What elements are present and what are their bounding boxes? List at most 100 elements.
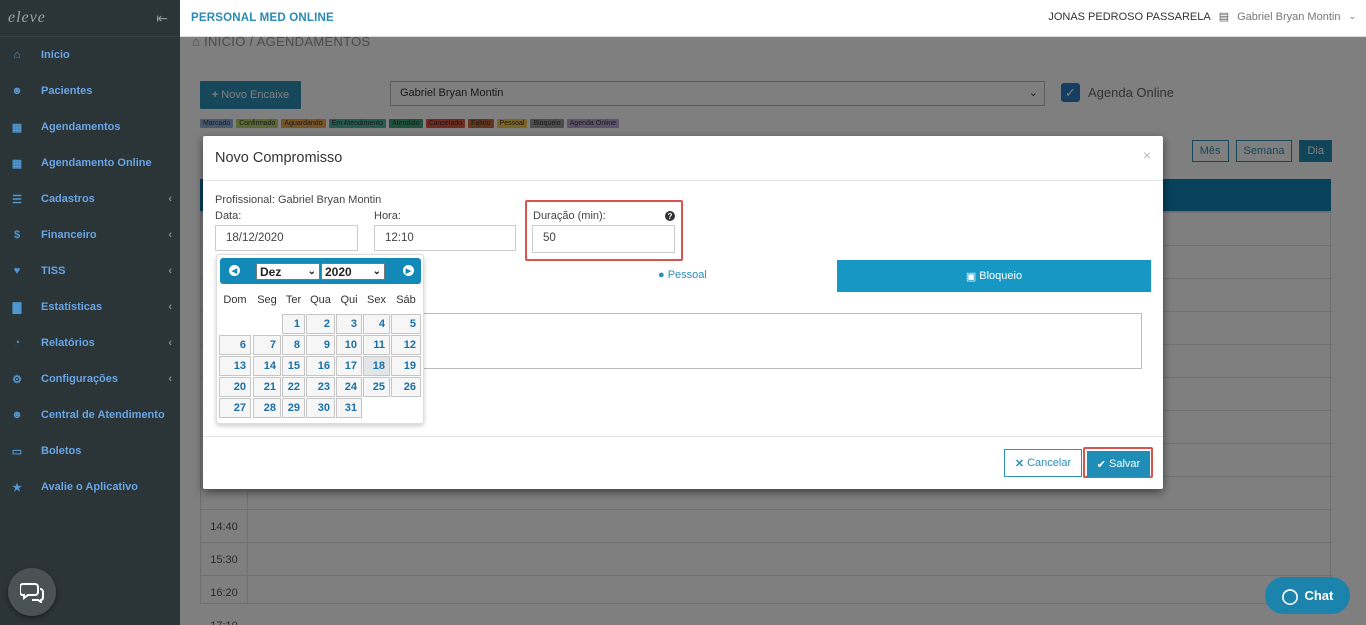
calendar-day[interactable]: 31 bbox=[336, 398, 362, 418]
sidebar-item-configura-es[interactable]: ⚙ Configurações ‹ bbox=[0, 361, 180, 397]
sidebar-item-relat-rios[interactable]: ◔ Relatórios ‹ bbox=[0, 325, 180, 361]
calendar-day[interactable]: 9 bbox=[306, 335, 335, 355]
calendar-day[interactable]: 23 bbox=[306, 377, 335, 397]
calendar-day[interactable]: 13 bbox=[219, 356, 251, 376]
time-field[interactable]: 12:10 bbox=[374, 225, 516, 251]
chat-button[interactable]: ◯ Chat bbox=[1265, 577, 1350, 614]
user-name[interactable]: Gabriel Bryan Montin bbox=[1237, 11, 1340, 23]
calendar-day[interactable]: 19 bbox=[391, 356, 421, 376]
sidebar-item-label: TISS bbox=[41, 265, 66, 277]
sidebar-item-label: Estatísticas bbox=[41, 301, 103, 313]
calendar-day[interactable]: 24 bbox=[336, 377, 362, 397]
sidebar-item-boletos[interactable]: ▭ Boletos bbox=[0, 433, 180, 469]
sidebar-item-financeiro[interactable]: $ Financeiro ‹ bbox=[0, 217, 180, 253]
calendar-day[interactable]: 29 bbox=[282, 398, 305, 418]
lock-icon: ▣ bbox=[965, 270, 977, 283]
duration-field[interactable]: 50 bbox=[532, 225, 675, 253]
description-textarea[interactable] bbox=[417, 313, 1142, 369]
sidebar-item-label: Relatórios bbox=[41, 337, 95, 349]
chevron-left-icon: ‹ bbox=[168, 265, 172, 277]
calendar-day[interactable]: 10 bbox=[336, 335, 362, 355]
professional-line: Profissional: Gabriel Bryan Montin bbox=[215, 194, 382, 206]
year-select[interactable]: 2020 ⌄ bbox=[321, 263, 385, 280]
sidebar-item-label: Cadastros bbox=[41, 193, 95, 205]
calendar-day[interactable]: 17 bbox=[336, 356, 362, 376]
close-icon[interactable]: × bbox=[1143, 147, 1151, 163]
calendar-day[interactable]: 1 bbox=[282, 314, 305, 334]
top-header: PERSONAL MED ONLINE JONAS PEDROSO PASSAR… bbox=[180, 0, 1366, 37]
user-area[interactable]: JONAS PEDROSO PASSARELA ▤ Gabriel Bryan … bbox=[1048, 10, 1356, 24]
calendar-day[interactable]: 27 bbox=[219, 398, 251, 418]
pie-chart-icon: ◔ bbox=[13, 337, 21, 349]
chevron-left-icon: ‹ bbox=[168, 337, 172, 349]
chevron-left-icon: ‹ bbox=[168, 229, 172, 241]
calendar-day[interactable]: 14 bbox=[253, 356, 281, 376]
check-icon: ✔ bbox=[1096, 458, 1107, 471]
collapse-sidebar-icon[interactable]: ⇤ bbox=[156, 10, 168, 27]
calendar-day[interactable]: 21 bbox=[253, 377, 281, 397]
users-icon: ☻ bbox=[11, 409, 23, 421]
list-icon: ☰ bbox=[12, 193, 22, 206]
sidebar-item-label: Pacientes bbox=[41, 85, 93, 97]
calendar-day[interactable]: 22 bbox=[282, 377, 305, 397]
money-icon: ▭ bbox=[11, 445, 23, 458]
calendar-day[interactable]: 18 bbox=[363, 356, 390, 376]
calendar-day[interactable]: 30 bbox=[306, 398, 335, 418]
support-chat-bubble[interactable] bbox=[8, 568, 56, 616]
dollar-icon: $ bbox=[13, 229, 21, 241]
calendar-day[interactable]: 16 bbox=[306, 356, 335, 376]
sidebar-item-label: Início bbox=[41, 49, 70, 61]
bar-chart-icon: ▇ bbox=[12, 301, 22, 314]
calendar-day[interactable]: 11 bbox=[363, 335, 390, 355]
org-name: JONAS PEDROSO PASSARELA bbox=[1048, 10, 1211, 23]
weekday-header: Qui bbox=[340, 294, 358, 306]
sidebar-item-central-de-atendimento[interactable]: ☻ Central de Atendimento bbox=[0, 397, 180, 433]
help-icon[interactable]: ? bbox=[665, 211, 675, 221]
sidebar-item-cadastros[interactable]: ☰ Cadastros ‹ bbox=[0, 181, 180, 217]
modal-footer: ✕ Cancelar ✔ Salvar bbox=[203, 436, 1163, 489]
calendar-day[interactable]: 5 bbox=[391, 314, 421, 334]
chevron-down-icon[interactable]: ⌄ bbox=[1348, 11, 1356, 22]
month-select[interactable]: Dez ⌄ bbox=[256, 263, 320, 280]
save-button[interactable]: ✔ Salvar bbox=[1087, 451, 1150, 477]
sidebar-item-agendamentos[interactable]: ▦ Agendamentos bbox=[0, 109, 180, 145]
chevron-down-icon: ⌄ bbox=[372, 266, 381, 277]
calendar-day[interactable]: 12 bbox=[391, 335, 421, 355]
calendar-day[interactable]: 25 bbox=[363, 377, 390, 397]
sidebar-item-avalie-o-aplicativo[interactable]: ★ Avalie o Aplicativo bbox=[0, 469, 180, 505]
calendar-day[interactable]: 4 bbox=[363, 314, 390, 334]
prev-month-icon[interactable]: ◀ bbox=[229, 265, 240, 276]
tab-pessoal[interactable]: ● Pessoal bbox=[658, 269, 707, 281]
calendar-day[interactable]: 26 bbox=[391, 377, 421, 397]
calendar-day[interactable]: 15 bbox=[282, 356, 305, 376]
star-icon: ★ bbox=[12, 481, 22, 494]
chevron-left-icon: ‹ bbox=[168, 373, 172, 385]
calendar-day[interactable]: 6 bbox=[219, 335, 251, 355]
calendar-day[interactable]: 2 bbox=[306, 314, 335, 334]
calendar-day[interactable]: 28 bbox=[253, 398, 281, 418]
sidebar-item-in-cio[interactable]: ⌂ Início bbox=[0, 37, 180, 73]
calendar-day[interactable]: 20 bbox=[219, 377, 251, 397]
sidebar-item-label: Agendamentos bbox=[41, 121, 121, 133]
calendar-day[interactable]: 8 bbox=[282, 335, 305, 355]
chevron-left-icon: ‹ bbox=[168, 301, 172, 313]
tab-bloqueio[interactable]: ▣ Bloqueio bbox=[837, 260, 1151, 292]
eleve-logo: eleve bbox=[8, 9, 46, 26]
chevron-down-icon: ⌄ bbox=[307, 266, 316, 277]
app-name: PERSONAL MED ONLINE bbox=[191, 12, 334, 24]
sidebar-item-estat-sticas[interactable]: ▇ Estatísticas ‹ bbox=[0, 289, 180, 325]
next-month-icon[interactable]: ▶ bbox=[403, 265, 414, 276]
sidebar-item-agendamento-online[interactable]: ▦ Agendamento Online bbox=[0, 145, 180, 181]
calendar-day[interactable]: 7 bbox=[253, 335, 281, 355]
sidebar-item-pacientes[interactable]: ☻ Pacientes bbox=[0, 73, 180, 109]
close-icon: ✕ bbox=[1014, 457, 1025, 470]
sidebar-item-tiss[interactable]: ♥ TISS ‹ bbox=[0, 253, 180, 289]
date-field[interactable]: 18/12/2020 bbox=[215, 225, 358, 251]
calendar-icon: ▦ bbox=[11, 157, 23, 170]
weekday-header: Sáb bbox=[396, 294, 416, 306]
cancel-button[interactable]: ✕ Cancelar bbox=[1004, 449, 1082, 477]
calendar-day[interactable]: 3 bbox=[336, 314, 362, 334]
user-icon: ● bbox=[658, 269, 665, 281]
weekday-header: Ter bbox=[285, 294, 302, 306]
duracao-label: Duração (min): bbox=[533, 210, 606, 222]
